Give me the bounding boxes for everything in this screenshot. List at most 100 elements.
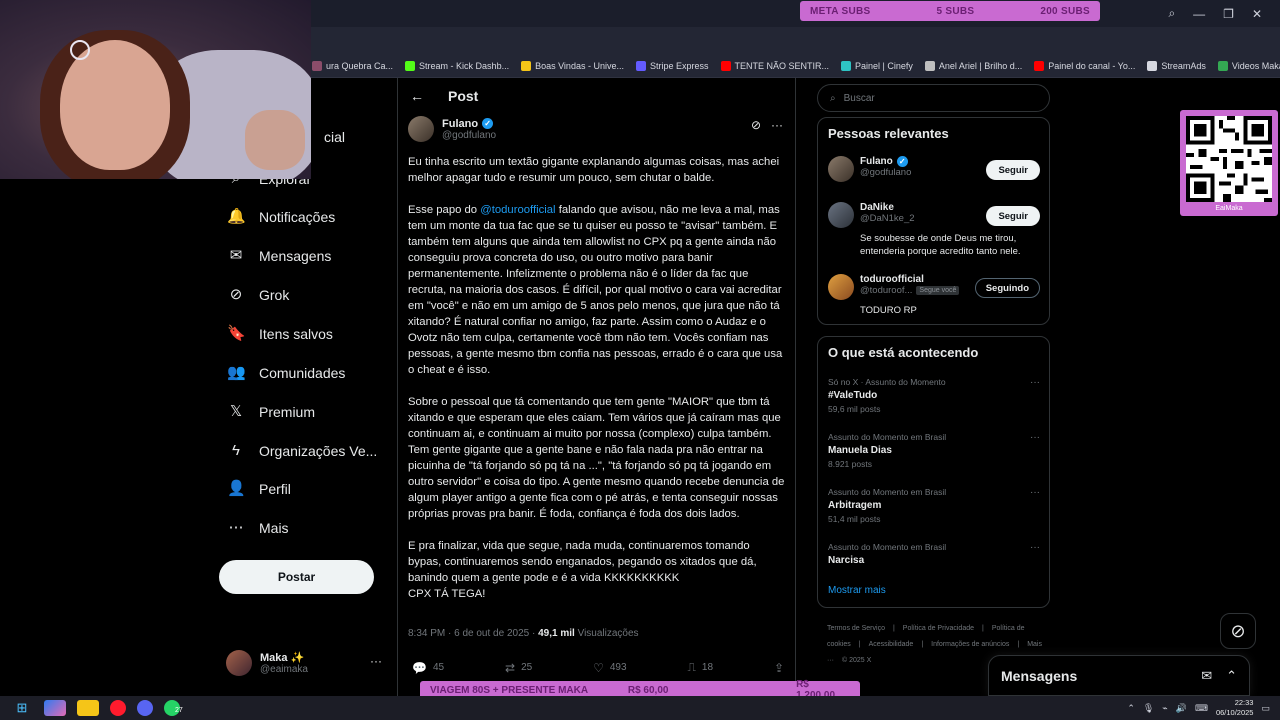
more-icon[interactable]: ···	[1030, 542, 1040, 553]
close-icon[interactable]: ✕	[1252, 7, 1262, 21]
star-icon	[521, 61, 532, 71]
back-arrow-icon[interactable]: ←	[410, 88, 424, 104]
post-author[interactable]: Fulano ✓ @godfulano	[408, 116, 496, 142]
bookmark-item[interactable]: Anel Ariel | Brilho d...	[924, 61, 1022, 71]
search-placeholder: Buscar	[843, 92, 875, 104]
discord-icon[interactable]	[137, 700, 153, 716]
footer-link[interactable]: © 2025 X	[842, 657, 871, 664]
post-button[interactable]: Postar	[219, 560, 374, 594]
mention-link[interactable]: @toduroofficial	[480, 204, 555, 216]
nav-item-bookmark[interactable]: 🔖 Itens salvos	[227, 325, 333, 343]
person-handle[interactable]: @toduroof...	[860, 285, 912, 296]
file-explorer-icon[interactable]	[77, 700, 99, 716]
share-button[interactable]: ⇪	[774, 660, 784, 675]
network-icon[interactable]: ⌁	[1162, 703, 1167, 714]
clock[interactable]: 22:33 06/10/2025	[1216, 698, 1254, 718]
trend-count: 8.921 posts	[828, 459, 872, 469]
footer-link[interactable]: Política de Privacidade	[903, 625, 974, 632]
more-icon[interactable]: ···	[1030, 377, 1040, 388]
bookmark-item[interactable]: Videos Maka - Goo...	[1217, 61, 1280, 71]
bookmark-item[interactable]: Stripe Express	[635, 61, 709, 71]
messages-drawer[interactable]: Mensagens ✉ ⌃	[988, 655, 1250, 696]
person-item[interactable]: toduroofficial @toduroof... Segue você TODU…	[828, 274, 1040, 317]
bookmark-button[interactable]: ⎍ 18	[687, 660, 713, 675]
avatar[interactable]	[408, 116, 434, 142]
more-icon[interactable]: ···	[771, 118, 783, 132]
person-item[interactable]: DaNike @DaN1ke_2 Se soubesse de onde Deus …	[828, 202, 1040, 258]
follow-button[interactable]: Seguir	[986, 160, 1040, 180]
bookmark-item[interactable]: Boas Vindas - Unive...	[521, 61, 624, 71]
nav-item-mail[interactable]: ✉ Mensagens	[227, 247, 332, 265]
author-handle[interactable]: @godfulano	[442, 130, 496, 141]
footer-link[interactable]: Termos de Serviço	[827, 625, 885, 632]
trend-item[interactable]: Assunto do Momento em Brasil Arbitragem 51…	[828, 487, 1040, 524]
avatar[interactable]	[828, 274, 854, 300]
bookmark-item[interactable]: Painel do canal - Yo...	[1034, 61, 1135, 71]
nav-item-more-circle[interactable]: ⋯ Mais	[227, 519, 289, 537]
more-icon[interactable]: ···	[1030, 487, 1040, 498]
volume-icon[interactable]: 🔊	[1176, 703, 1187, 714]
new-message-icon[interactable]: ✉	[1201, 668, 1212, 684]
trend-item[interactable]: Assunto do Momento em Brasil Manuela Dias…	[828, 432, 1040, 469]
following-button[interactable]: Seguindo	[974, 278, 1040, 298]
repost-button[interactable]: ⇄ 25	[505, 660, 532, 675]
footer-link[interactable]: Acessibilidade	[869, 641, 914, 648]
account-switcher[interactable]: Maka ✨ @eaimaka ···	[226, 648, 386, 678]
person-name[interactable]: DaNike	[860, 202, 894, 213]
footer-separator: |	[892, 625, 895, 632]
chevron-up-icon[interactable]: ⌃	[1226, 668, 1237, 684]
qr-label: EaiMaka	[1215, 205, 1243, 212]
trend-item[interactable]: Assunto do Momento em Brasil Narcisa ···	[828, 542, 1040, 566]
bookmark-item[interactable]: StreamAds	[1147, 61, 1206, 71]
grok-icon[interactable]: ⊘	[751, 118, 761, 132]
follow-button[interactable]: Seguir	[986, 206, 1040, 226]
avatar[interactable]	[828, 202, 854, 228]
whatsapp-icon[interactable]: 27	[164, 700, 183, 716]
author-name[interactable]: Fulano	[442, 118, 478, 130]
trends-card: O que está acontecendo Só no X · Assunto…	[817, 336, 1050, 608]
person-handle[interactable]: @godfulano	[860, 167, 911, 178]
footer-link[interactable]: Informações de anúncios	[931, 641, 1009, 648]
windows-taskbar: ⊞ 27 ⌃ 🎙 ⌁ 🔊 ⌨ 22:33 06/10/2025 ▭	[0, 696, 1280, 720]
bookmark-count: 18	[701, 662, 714, 673]
chevron-up-icon[interactable]: ⌃	[1127, 703, 1135, 714]
bookmark-item[interactable]: Painel | Cinefy	[841, 61, 913, 71]
person-name-row: Fulano ✓	[860, 156, 980, 167]
more-icon[interactable]: ···	[370, 654, 382, 668]
nav-item-x-logo[interactable]: 𝕏 Premium	[227, 403, 315, 421]
minimize-icon[interactable]: —	[1193, 7, 1205, 21]
like-button[interactable]: ♡ 493	[593, 660, 626, 675]
person-handle[interactable]: @DaN1ke_2	[860, 213, 915, 224]
copilot-icon[interactable]	[44, 700, 66, 716]
more-icon[interactable]: ···	[1030, 432, 1040, 443]
person-name[interactable]: Fulano	[860, 156, 893, 167]
timestamp[interactable]: 8:34 PM · 6 de out de 2025 ·	[408, 628, 538, 639]
reply-button[interactable]: 💬 45	[412, 660, 444, 675]
post-paragraph: Esse papo do @toduroofficial falando que…	[408, 202, 786, 378]
person-name[interactable]: toduroofficial	[860, 274, 924, 285]
bookmark-item[interactable]: ura Quebra Ca...	[312, 61, 393, 71]
bookmark-icon: 🔖	[227, 325, 246, 342]
avatar[interactable]	[828, 156, 854, 182]
microphone-icon[interactable]: 🎙	[1143, 703, 1154, 714]
nav-item-communities[interactable]: 👥 Comunidades	[227, 364, 345, 382]
trend-item[interactable]: Só no X · Assunto do Momento #ValeTudo 59,…	[828, 377, 1040, 414]
search-icon[interactable]: ⌕	[1168, 6, 1175, 21]
notification-icon[interactable]: ▭	[1261, 703, 1270, 714]
nav-item-bell[interactable]: 🔔 Notificações	[227, 208, 335, 226]
bookmark-item[interactable]: Stream - Kick Dashb...	[405, 61, 509, 71]
bookmark-item[interactable]: TENTE NÃO SENTIR...	[720, 61, 829, 71]
grok-icon[interactable]: ⊘	[1220, 613, 1256, 649]
search-input[interactable]: ⌕ Buscar	[817, 84, 1050, 112]
keyboard-icon[interactable]: ⌨	[1195, 703, 1208, 714]
opera-icon[interactable]	[110, 700, 126, 716]
show-more-link[interactable]: Mostrar mais	[828, 585, 886, 596]
nav-item-lightning[interactable]: ϟ Organizações Ve...	[227, 442, 377, 460]
nav-item-person[interactable]: 👤 Perfil	[227, 480, 291, 498]
qr-code-icon	[1186, 116, 1272, 202]
nav-item-grok[interactable]: ⊘ Grok	[227, 286, 290, 304]
person-item[interactable]: Fulano ✓ @godfulano Seguir	[828, 156, 1040, 182]
person-bio: TODURO RP	[860, 305, 917, 316]
windows-start-icon[interactable]: ⊞	[11, 700, 33, 716]
maximize-icon[interactable]: ❐	[1223, 7, 1234, 21]
